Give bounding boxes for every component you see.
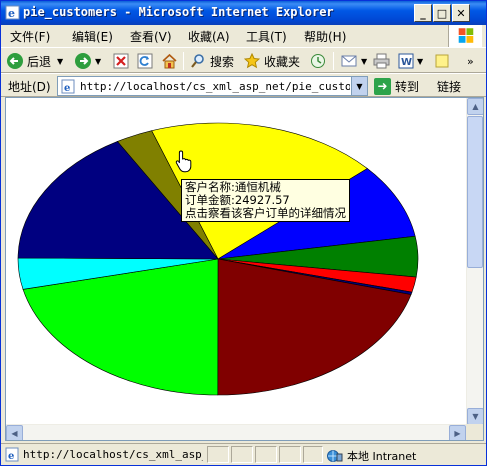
search-icon <box>191 54 204 68</box>
home-button[interactable] <box>161 51 178 71</box>
menu-edit[interactable]: 编辑(E) <box>72 28 113 45</box>
forward-dropdown-icon[interactable]: ▼ <box>95 57 101 66</box>
standard-toolbar: 后退 ▼ ▼ 搜索 收藏夹 ▼ W ▼ » <box>1 47 486 73</box>
pie-chart <box>17 122 419 396</box>
history-button[interactable] <box>310 51 326 71</box>
edit-button[interactable]: W ▼ <box>398 51 423 71</box>
history-icon <box>311 54 325 68</box>
close-button[interactable]: ✕ <box>452 4 470 22</box>
status-pane <box>231 446 253 463</box>
minimize-button[interactable]: _ <box>414 4 432 22</box>
svg-text:W: W <box>401 57 412 68</box>
address-dropdown-icon[interactable]: ▼ <box>351 77 367 95</box>
windows-logo-icon <box>448 25 482 47</box>
back-label: 后退 <box>27 54 52 69</box>
page-icon: e <box>61 79 75 94</box>
page-content: 客户名称:通恒机械 订单金额:24927.57 点击察看该客户订单的详细情况 ▲… <box>5 97 484 441</box>
status-pane <box>207 446 229 463</box>
slice-tooltip: 客户名称:通恒机械 订单金额:24927.57 点击察看该客户订单的详细情况 <box>181 179 350 222</box>
menu-file[interactable]: 文件(F) <box>10 28 50 45</box>
favorites-label: 收藏夹 <box>264 54 301 69</box>
search-label: 搜索 <box>210 54 235 69</box>
stop-button[interactable] <box>113 51 129 71</box>
vertical-scrollbar[interactable]: ▲ ▼ <box>466 98 483 425</box>
address-input[interactable]: e http://localhost/cs_xml_asp_net/pie_cu… <box>57 76 368 96</box>
go-button[interactable]: ➜ 转到 <box>374 77 419 95</box>
toolbar-separator <box>333 52 334 70</box>
close-icon: ✕ <box>456 6 466 20</box>
back-arrow-icon <box>7 53 23 69</box>
menu-tools[interactable]: 工具(T) <box>246 28 287 45</box>
address-bar: 地址(D) e http://localhost/cs_xml_asp_net/… <box>1 73 486 97</box>
scroll-right-button[interactable]: ▶ <box>449 425 466 440</box>
arrow-left-icon: ◀ <box>11 429 18 438</box>
tooltip-hint: 点击察看该客户订单的详细情况 <box>185 206 346 220</box>
go-arrow-icon: ➜ <box>374 77 391 95</box>
mail-button[interactable]: ▼ <box>341 51 367 71</box>
svg-text:e: e <box>8 7 15 20</box>
zone-label: 本地 Intranet <box>347 450 417 463</box>
links-button[interactable]: 链接 <box>437 78 461 95</box>
scroll-corner <box>466 424 483 440</box>
favorites-button[interactable]: 收藏夹 <box>244 51 300 71</box>
hand-cursor-icon <box>175 150 192 173</box>
edit-dropdown-icon[interactable]: ▼ <box>417 57 423 66</box>
mail-dropdown-icon[interactable]: ▼ <box>361 57 367 66</box>
toolbar-separator <box>183 52 184 70</box>
address-label: 地址(D) <box>8 80 51 94</box>
title-bar[interactable]: e pie_customers - Microsoft Internet Exp… <box>1 1 486 25</box>
minimize-icon: _ <box>420 6 426 20</box>
svg-text:e: e <box>64 83 70 94</box>
scroll-up-button[interactable]: ▲ <box>467 98 483 115</box>
discuss-button[interactable] <box>434 51 450 71</box>
maximize-button[interactable]: □ <box>433 4 451 22</box>
print-icon <box>373 53 390 69</box>
scroll-down-button[interactable]: ▼ <box>467 408 483 425</box>
status-url: http://localhost/cs_xml_asp_ne <box>23 448 203 461</box>
go-label: 转到 <box>395 79 420 94</box>
vertical-scroll-thumb[interactable] <box>467 116 483 268</box>
home-icon <box>162 53 177 69</box>
arrow-right-icon: ▶ <box>454 429 461 438</box>
forward-button[interactable]: ▼ <box>75 51 101 71</box>
status-pane <box>255 446 277 463</box>
back-button[interactable]: 后退 ▼ <box>7 51 63 71</box>
menu-favorites[interactable]: 收藏(A) <box>188 28 230 45</box>
window-title: pie_customers - Microsoft Internet Explo… <box>23 5 334 19</box>
arrow-down-icon: ▼ <box>472 412 479 421</box>
intranet-zone-icon <box>327 450 343 462</box>
ie-window: e pie_customers - Microsoft Internet Exp… <box>0 0 487 466</box>
maximize-icon: □ <box>436 6 448 20</box>
search-button[interactable]: 搜索 <box>190 51 234 71</box>
horizontal-scrollbar[interactable]: ◀ ▶ <box>6 424 466 440</box>
note-icon <box>435 54 449 68</box>
back-dropdown-icon[interactable]: ▼ <box>57 57 63 66</box>
status-pane <box>279 446 301 463</box>
security-zone: 本地 Intranet <box>327 448 416 464</box>
refresh-button[interactable] <box>137 51 153 71</box>
scroll-left-button[interactable]: ◀ <box>6 425 23 440</box>
stop-icon <box>113 53 129 69</box>
ie-page-icon: e <box>5 5 20 20</box>
menu-help[interactable]: 帮助(H) <box>304 28 346 45</box>
menu-bar: 文件(F) 编辑(E) 查看(V) 收藏(A) 工具(T) 帮助(H) <box>1 25 486 47</box>
refresh-icon <box>137 53 153 69</box>
favorites-star-icon <box>244 53 260 69</box>
status-bar: e http://localhost/cs_xml_asp_ne 本地 Intr… <box>1 443 486 465</box>
print-button[interactable] <box>373 51 390 71</box>
toolbar-chevron[interactable]: » <box>467 51 474 71</box>
address-url[interactable]: http://localhost/cs_xml_asp_net/pie_cust… <box>80 80 350 93</box>
mail-icon <box>341 55 357 67</box>
menu-view[interactable]: 查看(V) <box>130 28 172 45</box>
svg-text:e: e <box>8 451 14 462</box>
chevron-right-icon: » <box>467 54 474 68</box>
status-pane <box>303 446 323 463</box>
word-edit-icon: W <box>398 53 414 69</box>
status-page-icon: e <box>5 447 19 462</box>
arrow-up-icon: ▲ <box>472 102 479 111</box>
forward-arrow-icon <box>75 53 91 69</box>
